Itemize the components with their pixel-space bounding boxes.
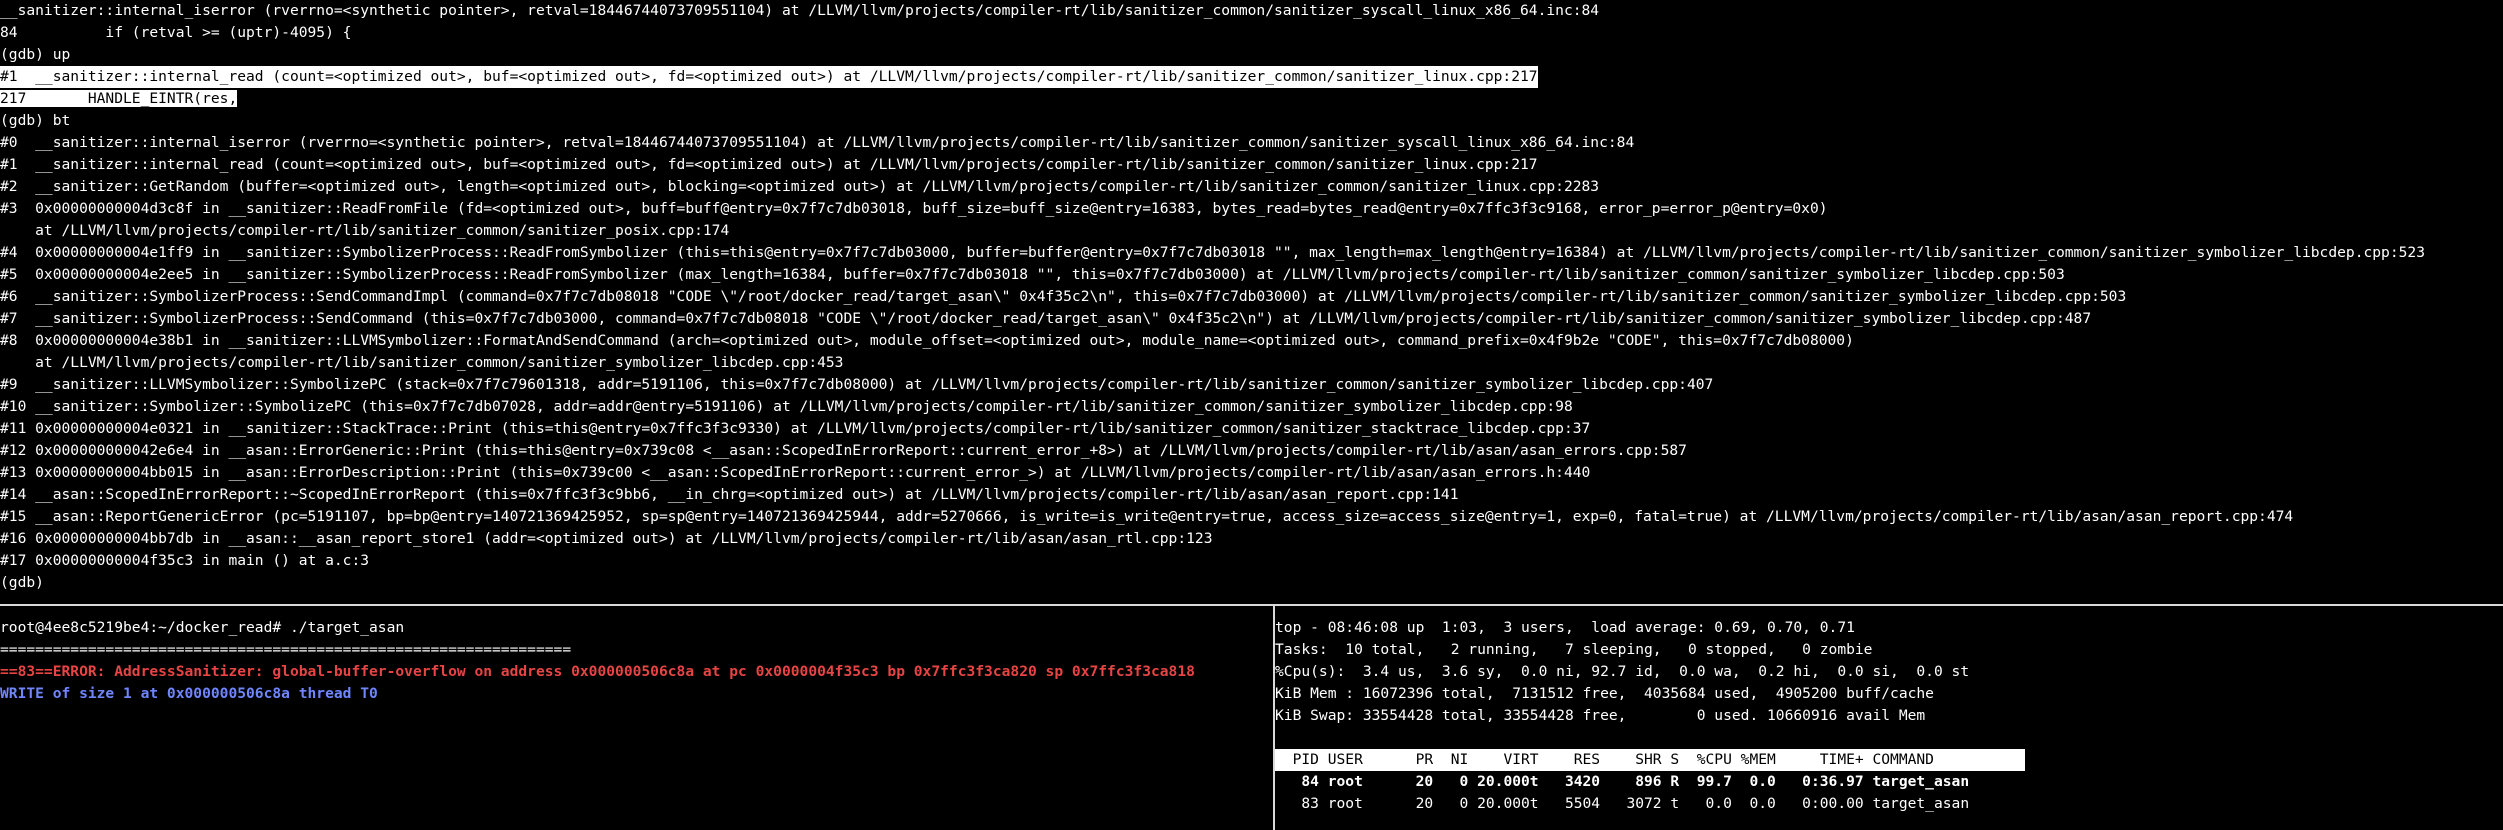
backtrace-frame-16: #16 0x00000000004bb7db in __asan::__asan… bbox=[0, 530, 1213, 547]
backtrace-frame-9: #9 __sanitizer::LLVMSymbolizer::Symboliz… bbox=[0, 376, 1714, 393]
backtrace-frame-2: #2 __sanitizer::GetRandom (buffer=<optim… bbox=[0, 178, 1600, 195]
backtrace-frame-3-location: at /LLVM/llvm/projects/compiler-rt/lib/s… bbox=[0, 222, 730, 239]
top-summary-line: top - 08:46:08 up 1:03, 3 users, load av… bbox=[1275, 619, 1855, 636]
backtrace-frame-1: #1 __sanitizer::internal_read (count=<op… bbox=[0, 156, 1538, 173]
shell-pane[interactable]: root@4ee8c5219be4:~/docker_read# ./targe… bbox=[0, 606, 1273, 830]
gdb-line-bt-command: (gdb) bt bbox=[0, 112, 71, 129]
backtrace-frame-4: #4 0x00000000004e1ff9 in __sanitizer::Sy… bbox=[0, 244, 2425, 261]
gdb-pane[interactable]: __sanitizer::internal_iserror (rverrno=<… bbox=[0, 0, 2503, 604]
backtrace-frame-5: #5 0x00000000004e2ee5 in __sanitizer::Sy… bbox=[0, 266, 2065, 283]
backtrace-frame-8-location: at /LLVM/llvm/projects/compiler-rt/lib/s… bbox=[0, 354, 844, 371]
backtrace-frame-15: #15 __asan::ReportGenericError (pc=51911… bbox=[0, 508, 2294, 525]
top-tasks-line: Tasks: 10 total, 2 running, 7 sleeping, … bbox=[1275, 641, 1873, 658]
gdb-line-source-84: 84 if (retval >= (uptr)-4095) { bbox=[0, 24, 352, 41]
gdb-line-source-217: 217 HANDLE_EINTR(res, bbox=[0, 88, 238, 110]
top-mem-line: KiB Mem : 16072396 total, 7131512 free, … bbox=[1275, 685, 1934, 702]
backtrace-frame-14: #14 __asan::ScopedInErrorReport::~Scoped… bbox=[0, 486, 1459, 503]
backtrace-frame-13: #13 0x00000000004bb015 in __asan::ErrorD… bbox=[0, 464, 1591, 481]
backtrace-frame-7: #7 __sanitizer::SymbolizerProcess::SendC… bbox=[0, 310, 2092, 327]
gdb-line-up-command: (gdb) up bbox=[0, 46, 71, 63]
backtrace-frame-11: #11 0x00000000004e0321 in __sanitizer::S… bbox=[0, 420, 1591, 437]
backtrace-frame-0: #0 __sanitizer::internal_iserror (rverrn… bbox=[0, 134, 1635, 151]
top-cpu-line: %Cpu(s): 3.4 us, 3.6 sy, 0.0 ni, 92.7 id… bbox=[1275, 663, 1970, 680]
backtrace-frame-8: #8 0x00000000004e38b1 in __sanitizer::LL… bbox=[0, 332, 1854, 349]
shell-command-line: root@4ee8c5219be4:~/docker_read# ./targe… bbox=[0, 619, 405, 636]
asan-separator: ========================================… bbox=[0, 641, 572, 658]
process-table-header: PID USER PR NI VIRT RES SHR S %CPU %MEM … bbox=[1275, 749, 2025, 771]
process-row[interactable]: 83 root 20 0 20.000t 5504 3072 t 0.0 0.0… bbox=[1275, 793, 1969, 815]
backtrace-frame-10: #10 __sanitizer::Symbolizer::SymbolizePC… bbox=[0, 398, 1573, 415]
asan-write-line: WRITE of size 1 at 0x000000506c8a thread… bbox=[0, 685, 378, 702]
process-row[interactable]: 84 root 20 0 20.000t 3420 896 R 99.7 0.0… bbox=[1275, 771, 1969, 793]
gdb-line-frame1-selected: #1 __sanitizer::internal_read (count=<op… bbox=[0, 66, 1538, 88]
asan-error-line: ==83==ERROR: AddressSanitizer: global-bu… bbox=[0, 663, 1195, 680]
backtrace-frame-17: #17 0x00000000004f35c3 in main () at a.c… bbox=[0, 552, 370, 569]
selected-source-text: 217 HANDLE_EINTR(res, bbox=[0, 90, 238, 107]
backtrace-frame-6: #6 __sanitizer::SymbolizerProcess::SendC… bbox=[0, 288, 2127, 305]
backtrace-frame-12: #12 0x000000000042e6e4 in __asan::ErrorG… bbox=[0, 442, 1687, 459]
gdb-line-frame0-location: __sanitizer::internal_iserror (rverrno=<… bbox=[0, 2, 1600, 19]
top-swap-line: KiB Swap: 33554428 total, 33554428 free,… bbox=[1275, 707, 1926, 724]
gdb-prompt[interactable]: (gdb) bbox=[0, 572, 53, 594]
backtrace-frame-3: #3 0x00000000004d3c8f in __sanitizer::Re… bbox=[0, 200, 1828, 217]
top-pane[interactable]: top - 08:46:08 up 1:03, 3 users, load av… bbox=[1275, 606, 2503, 830]
